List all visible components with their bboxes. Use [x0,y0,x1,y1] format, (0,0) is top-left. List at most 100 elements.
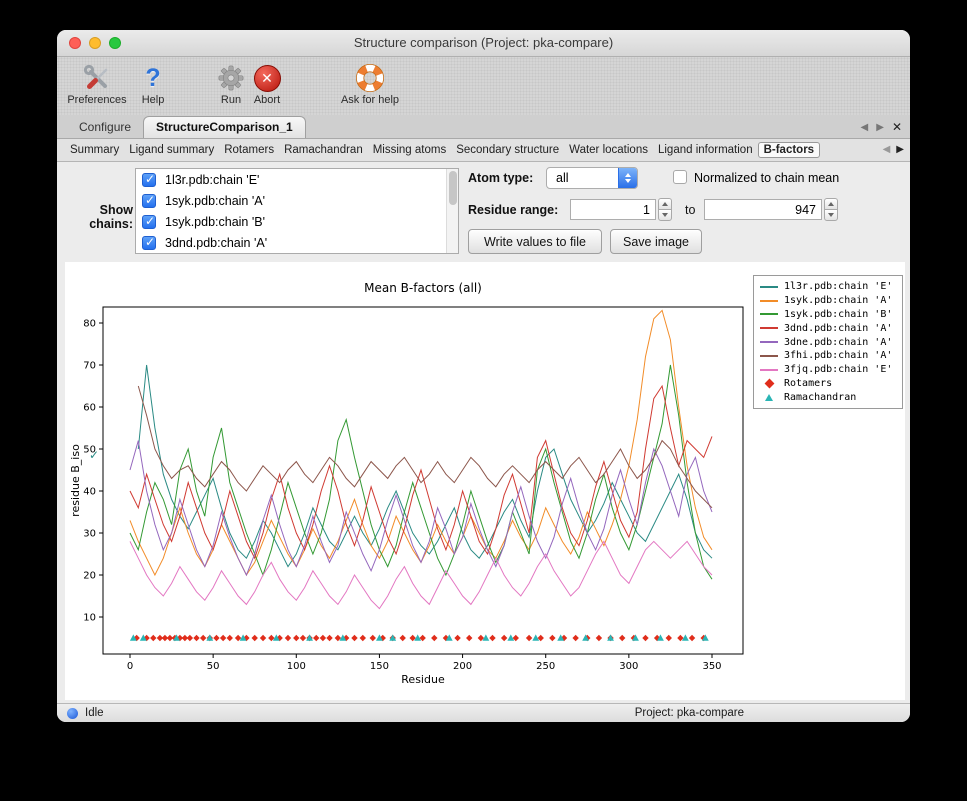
toolbar: Preferences ? Help Run [57,57,910,115]
help-button[interactable]: ? Help [135,62,171,106]
legend-item: Ramachandran [759,390,897,404]
tab-structurecomparison-1[interactable]: StructureComparison_1 [143,116,306,138]
legend-label: 3fjq.pdb:chain 'E' [784,364,892,375]
legend-swatch-icon [759,300,779,302]
svg-text:30: 30 [83,529,96,540]
run-button[interactable]: Run [213,62,249,106]
normalized-checkbox[interactable] [673,170,687,184]
sub-tab-controls: ◀ ▶ [883,144,904,155]
toolbar-label: Run [221,94,241,106]
legend-swatch-icon [759,286,779,288]
abort-button[interactable]: ✕ Abort [249,62,285,106]
close-window-button[interactable] [69,37,81,49]
preferences-button[interactable]: Preferences [65,62,129,106]
to-label: to [685,203,695,217]
svg-text:50: 50 [207,661,220,672]
title-bar: Structure comparison (Project: pka-compa… [57,30,910,57]
tab-scroll-left-icon[interactable]: ◀ [861,122,869,133]
toolbar-label: Ask for help [341,94,399,106]
tab-scroll-right-icon[interactable]: ▶ [876,122,884,133]
legend-label: Ramachandran [784,392,856,403]
legend-item: Rotamers [759,377,897,391]
chain-list-scrollbar[interactable] [446,169,458,253]
stepper-down-icon[interactable] [824,209,838,221]
subtab-scroll-right-icon[interactable]: ▶ [896,144,904,155]
svg-text:80: 80 [83,319,96,330]
chain-checkbox[interactable] [142,236,156,250]
legend-item: 3fjq.pdb:chain 'E' [759,363,897,377]
help-question-icon: ? [145,62,160,94]
tab-configure[interactable]: Configure [67,117,143,138]
stepper-up-icon[interactable] [824,198,838,209]
tab-ramachandran[interactable]: Ramachandran [279,142,368,158]
chain-checkbox[interactable] [142,215,156,229]
ask-for-help-button[interactable]: Ask for help [331,62,409,106]
legend-swatch-icon [759,341,779,343]
residue-from-field[interactable] [570,199,656,220]
residue-to-field[interactable] [704,199,822,220]
status-indicator-icon [67,708,78,719]
stepper-up-icon[interactable] [658,198,672,209]
legend-swatch-icon [759,327,779,329]
sub-tab-bar: Summary Ligand summary Rotamers Ramachan… [57,139,910,162]
x-axis-label: Residue [401,673,445,686]
write-values-button[interactable]: Write values to file [468,229,602,254]
residue-from-stepper[interactable] [658,198,672,221]
legend-label: 1syk.pdb:chain 'A' [784,295,892,306]
save-image-button[interactable]: Save image [610,229,702,254]
tab-ligand-information[interactable]: Ligand information [653,142,758,158]
svg-text:350: 350 [702,661,721,672]
list-item[interactable]: 3dnd.pdb:chain 'A' [136,232,458,253]
tab-missing-atoms[interactable]: Missing atoms [368,142,452,158]
tab-secondary-structure[interactable]: Secondary structure [451,142,564,158]
show-chains-label: Show chains: [61,203,133,231]
preferences-tools-icon [82,62,112,94]
atom-type-dropdown[interactable]: all [546,167,638,189]
chain-label: 3dnd.pdb:chain 'A' [165,236,267,250]
chain-checkbox[interactable] [142,173,156,187]
tab-water-locations[interactable]: Water locations [564,142,653,158]
normalized-label: Normalized to chain mean [694,171,839,185]
legend-item: 3dnd.pdb:chain 'A' [759,321,897,335]
tab-ligand-summary[interactable]: Ligand summary [124,142,219,158]
list-item[interactable]: 1syk.pdb:chain 'B' [136,211,458,232]
chain-list[interactable]: 1l3r.pdb:chain 'E' 1syk.pdb:chain 'A' 1s… [135,168,459,254]
stepper-down-icon[interactable] [658,209,672,221]
residue-range-label: Residue range: [468,203,558,217]
list-item[interactable]: 1syk.pdb:chain 'A' [136,190,458,211]
atom-type-value: all [547,171,618,185]
status-text: Idle [85,707,104,719]
legend-item: 3dne.pdb:chain 'A' [759,335,897,349]
tab-close-icon[interactable]: ✕ [892,120,902,134]
legend-label: 1syk.pdb:chain 'B' [784,309,892,320]
zoom-window-button[interactable] [109,37,121,49]
svg-text:300: 300 [619,661,638,672]
legend-label: 3dnd.pdb:chain 'A' [784,323,892,334]
tab-summary[interactable]: Summary [65,142,124,158]
list-item[interactable]: 1l3r.pdb:chain 'E' [136,169,458,190]
tab-controls: ◀ ▶ ✕ [861,120,902,134]
tab-b-factors[interactable]: B-factors [758,142,820,158]
legend-swatch-icon [759,394,779,401]
toolbar-label: Abort [254,94,280,106]
traffic-lights [69,37,121,49]
legend-swatch-icon [759,380,779,387]
residue-to-stepper[interactable] [824,198,838,221]
legend-item: 3fhi.pdb:chain 'A' [759,349,897,363]
window-title: Structure comparison (Project: pka-compa… [57,30,910,56]
svg-text:60: 60 [83,403,96,414]
status-project: Project: pka-compare [635,707,744,719]
dropdown-stepper-icon[interactable] [618,168,637,188]
scrollbar-thumb[interactable] [449,171,457,205]
svg-text:100: 100 [287,661,306,672]
legend-item: 1syk.pdb:chain 'B' [759,308,897,322]
controls-panel: Show chains: 1l3r.pdb:chain 'E' 1syk.pdb… [57,162,910,263]
abort-cross-icon: ✕ [254,62,281,94]
subtab-scroll-left-icon[interactable]: ◀ [883,144,891,155]
atom-type-label: Atom type: [468,171,533,185]
svg-text:0: 0 [127,661,133,672]
tab-rotamers[interactable]: Rotamers [219,142,279,158]
minimize-window-button[interactable] [89,37,101,49]
chain-label: 1syk.pdb:chain 'B' [165,215,265,229]
chain-checkbox[interactable] [142,194,156,208]
